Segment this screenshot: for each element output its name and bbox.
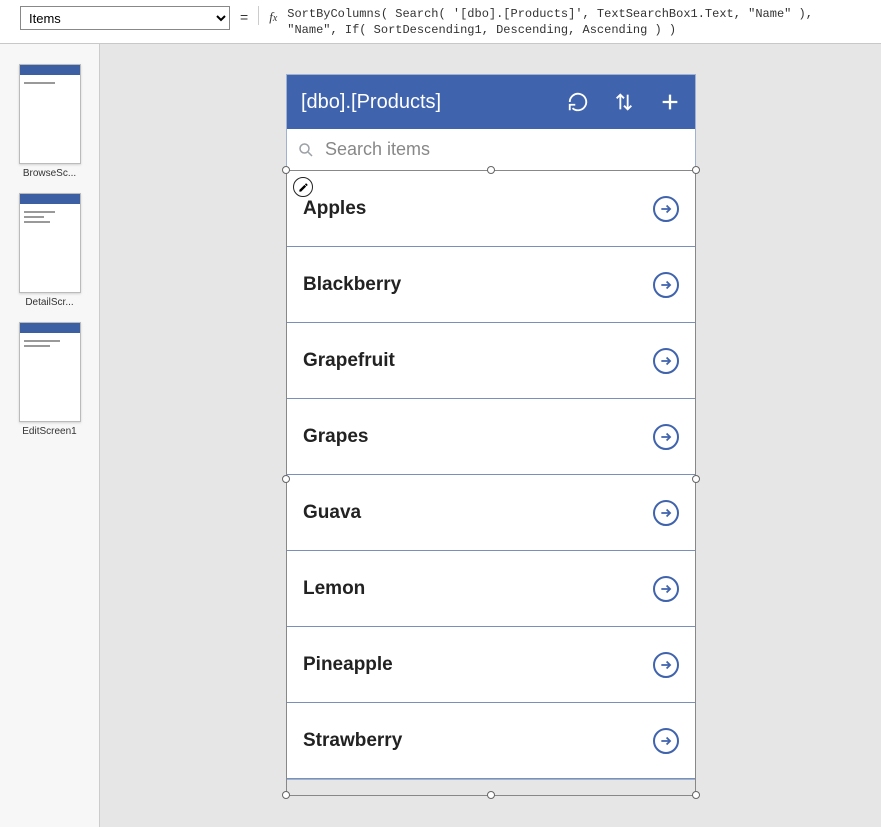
navigate-arrow-icon[interactable] [653,196,679,222]
search-input[interactable] [323,138,685,161]
navigate-arrow-icon[interactable] [653,424,679,450]
property-dropdown[interactable]: Items [20,6,230,30]
equals-sign: = [240,6,248,25]
screen-thumb[interactable]: BrowseSc... [19,64,81,179]
gallery-item[interactable]: Pineapple [287,627,695,703]
item-name: Grapes [303,426,368,448]
app-header: [dbo].[Products] [287,75,695,129]
item-name: Pineapple [303,654,393,676]
gallery-item[interactable]: Grapefruit [287,323,695,399]
design-canvas[interactable]: [dbo].[Products] [100,44,881,827]
screen-thumb[interactable]: DetailScr... [19,193,81,308]
navigate-arrow-icon[interactable] [653,500,679,526]
thumb-preview [19,64,81,164]
item-name: Apples [303,198,366,220]
thumb-label: DetailScr... [25,297,73,308]
thumb-label: BrowseSc... [23,168,76,179]
item-name: Grapefruit [303,350,395,372]
navigate-arrow-icon[interactable] [653,272,679,298]
gallery-item[interactable]: Apples [287,171,695,247]
item-name: Guava [303,502,361,524]
screens-pane: BrowseSc... DetailScr... EditScreen1 [0,44,100,827]
navigate-arrow-icon[interactable] [653,728,679,754]
search-row [287,129,695,171]
sort-icon[interactable] [613,91,635,113]
item-name: Lemon [303,578,365,600]
app-title: [dbo].[Products] [301,91,441,114]
navigate-arrow-icon[interactable] [653,652,679,678]
workspace: BrowseSc... DetailScr... EditScreen1 [db… [0,44,881,827]
item-name: Blackberry [303,274,401,296]
navigate-arrow-icon[interactable] [653,348,679,374]
phone-frame: [dbo].[Products] [286,74,696,780]
refresh-icon[interactable] [567,91,589,113]
add-icon[interactable] [659,91,681,113]
search-icon [297,141,315,159]
gallery-item[interactable]: Lemon [287,551,695,627]
gallery-item[interactable]: Blackberry [287,247,695,323]
gallery-item[interactable]: Guava [287,475,695,551]
navigate-arrow-icon[interactable] [653,576,679,602]
thumb-preview [19,322,81,422]
item-name: Strawberry [303,730,402,752]
gallery-item[interactable]: Strawberry [287,703,695,779]
gallery[interactable]: Apples Blackberry Grapefruit Grapes Guava Lem… [287,171,695,779]
fx-label: fx [258,6,277,25]
thumb-preview [19,193,81,293]
gallery-item[interactable]: Grapes [287,399,695,475]
edit-template-icon[interactable] [293,177,313,197]
formula-bar: Items = fx SortByColumns( Search( '[dbo]… [0,0,881,44]
thumb-label: EditScreen1 [22,426,76,437]
formula-text[interactable]: SortByColumns( Search( '[dbo].[Products]… [287,6,873,38]
screen-thumb[interactable]: EditScreen1 [19,322,81,437]
